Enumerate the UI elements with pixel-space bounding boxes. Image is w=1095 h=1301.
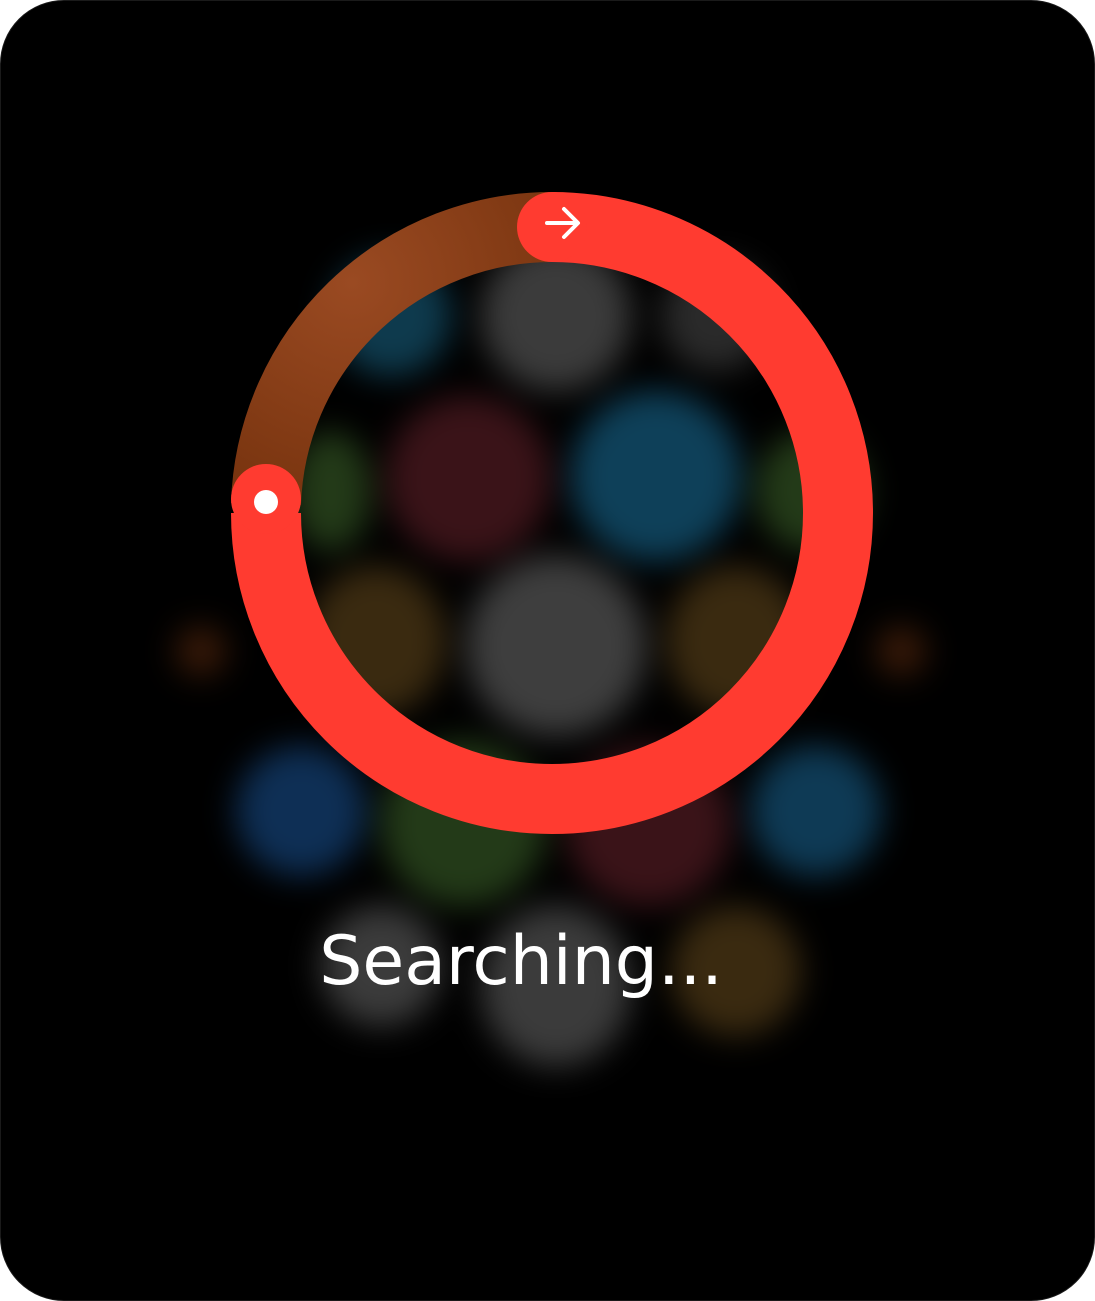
ring-track [231, 192, 553, 506]
dot-icon [254, 490, 278, 514]
activity-ring [231, 192, 873, 834]
status-text: Searching... [319, 922, 723, 1001]
watch-screen: Searching... [0, 0, 1095, 1301]
